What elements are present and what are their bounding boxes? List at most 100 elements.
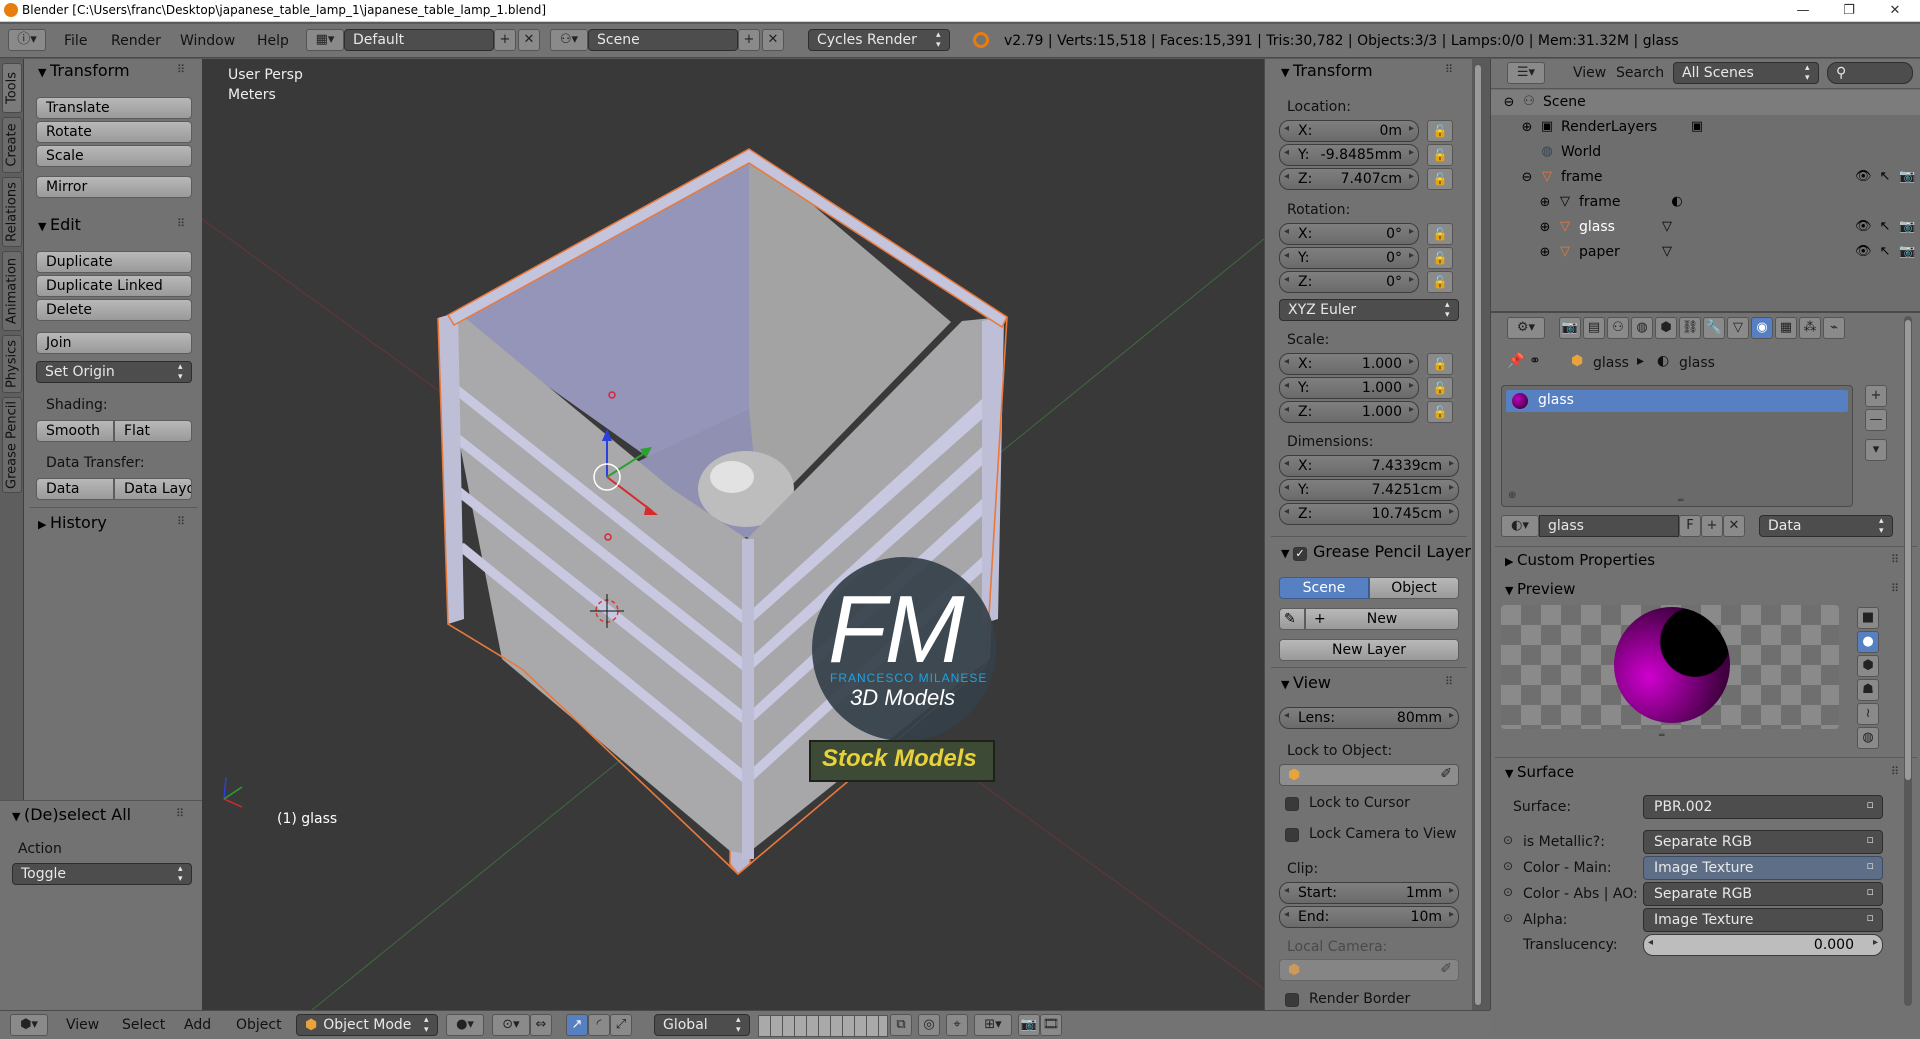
npanel-scroll-thumb[interactable] (1475, 65, 1481, 1005)
lock-icon[interactable]: 🔓 (1427, 168, 1453, 190)
scale-z-field[interactable]: Z:1.000 (1279, 401, 1419, 423)
tab-relations[interactable]: Relations (2, 177, 22, 247)
lock-camera-checkbox[interactable] (1285, 828, 1299, 842)
outliner-row-frame[interactable]: ⊖ ▽ frame 👁 ↖ 📷 (1491, 165, 1920, 190)
fake-user-button[interactable]: F (1679, 515, 1701, 537)
lock-icon[interactable]: 🔓 (1427, 120, 1453, 142)
list-filter-icon[interactable]: ⊕ (1508, 490, 1516, 501)
dimension-z-field[interactable]: Z:10.745cm (1279, 503, 1459, 525)
preview-world-icon[interactable]: ◍ (1857, 727, 1879, 749)
outliner-row-glass[interactable]: ⊕ ▽ glass ▽ 👁 ↖ 📷 (1491, 215, 1920, 240)
join-button[interactable]: Join (36, 332, 192, 354)
history-panel-title[interactable]: History (38, 513, 107, 532)
socket-link-icon[interactable]: ⊙ (1503, 911, 1513, 925)
panel-grip-icon[interactable]: ⠿ (1891, 765, 1899, 778)
location-x-field[interactable]: X:0m (1279, 120, 1419, 142)
slot-specials-icon[interactable]: ▾ (1865, 439, 1887, 461)
viewport-scene[interactable] (202, 59, 1264, 1010)
gp-scene-toggle[interactable]: Scene (1279, 577, 1369, 599)
duplicate-linked-button[interactable]: Duplicate Linked (36, 275, 192, 297)
view-panel-title[interactable]: View (1281, 673, 1331, 692)
constraints-tab-icon[interactable]: ⛓ (1679, 317, 1701, 339)
remove-slot-icon[interactable]: — (1865, 409, 1887, 431)
render-engine-dropdown[interactable]: Cycles Render (808, 29, 950, 51)
particles-tab-icon[interactable]: ⁂ (1799, 317, 1821, 339)
edit-panel-title[interactable]: Edit (38, 215, 81, 234)
world-tab-icon[interactable]: ◍ (1631, 317, 1653, 339)
color-abs-ao-field[interactable]: Separate RGB (1643, 882, 1883, 906)
visibility-eye-icon[interactable]: 👁 (1855, 219, 1872, 235)
custom-properties-title[interactable]: Custom Properties (1505, 551, 1655, 569)
layout-field[interactable]: Default (344, 29, 494, 51)
transform-title[interactable]: Transform (1281, 61, 1373, 80)
add-material-icon[interactable]: + (1701, 515, 1723, 537)
socket-link-icon[interactable]: ⊙ (1503, 833, 1513, 847)
outliner-search-menu[interactable]: Search (1616, 65, 1664, 81)
menu-add[interactable]: Add (184, 1017, 211, 1033)
pivot-point-icon[interactable]: ⊙▾ (492, 1014, 530, 1036)
material-slot-item[interactable]: glass (1506, 390, 1848, 412)
operator-title[interactable]: (De)select All (12, 805, 131, 824)
visibility-eye-icon[interactable]: 👁 (1855, 244, 1872, 260)
rotation-y-field[interactable]: Y:0° (1279, 247, 1419, 269)
lock-icon[interactable]: 🔓 (1427, 223, 1453, 245)
translate-manipulator-icon[interactable]: ↗ (566, 1014, 588, 1036)
orientation-dropdown[interactable]: Global (654, 1014, 750, 1036)
outliner-editor-icon[interactable]: ☰▾ (1507, 62, 1545, 84)
dimension-x-field[interactable]: X:7.4339cm (1279, 455, 1459, 477)
gp-object-toggle[interactable]: Object (1369, 577, 1459, 599)
lock-cursor-checkbox[interactable] (1285, 797, 1299, 811)
rotate-manipulator-icon[interactable]: ◜ (588, 1014, 610, 1036)
visibility-eye-icon[interactable]: 👁 (1855, 169, 1872, 185)
action-dropdown[interactable]: Toggle (12, 863, 192, 885)
outliner-search-input[interactable]: ⚲ (1827, 62, 1913, 84)
transform-panel-title[interactable]: Transform (38, 61, 130, 80)
proportional-edit-icon[interactable]: ◎ (918, 1014, 940, 1036)
link-dropdown[interactable]: Data (1759, 515, 1893, 537)
minimize-button[interactable]: — (1780, 0, 1826, 22)
panel-grip-icon[interactable]: ⠿ (177, 217, 185, 230)
gp-pencil-icon[interactable]: ✎ (1279, 608, 1305, 630)
editor-type-3d-icon[interactable]: ⬢▾ (10, 1014, 48, 1036)
mode-dropdown[interactable]: ⬢ Object Mode (296, 1014, 438, 1036)
location-y-field[interactable]: Y:-9.8485mm (1279, 144, 1419, 166)
lock-icon[interactable]: 🔓 (1427, 401, 1453, 423)
outliner-row-frame-child[interactable]: ⊕ ▽ frame ◐ (1491, 190, 1920, 215)
render-camera-icon[interactable]: 📷 (1899, 244, 1915, 260)
scale-x-field[interactable]: X:1.000 (1279, 353, 1419, 375)
lock-layers-icon[interactable]: ⧉ (890, 1014, 912, 1036)
gp-new-layer-button[interactable]: New Layer (1279, 639, 1459, 661)
render-camera-icon[interactable]: 📷 (1899, 169, 1915, 185)
3d-viewport[interactable]: User Persp Meters (1) glass FM FRANCESCO… (202, 59, 1264, 1010)
menu-render[interactable]: Render (111, 33, 161, 49)
mirror-button[interactable]: Mirror (36, 176, 192, 198)
material-tab-icon[interactable]: ◉ (1751, 317, 1773, 339)
panel-grip-icon[interactable]: ⠿ (1891, 553, 1899, 566)
preview-flat-icon[interactable]: ■ (1857, 607, 1879, 629)
render-tab-icon[interactable]: 📷 (1559, 317, 1581, 339)
menu-object[interactable]: Object (236, 1017, 282, 1033)
is-metallic-field[interactable]: Separate RGB (1643, 830, 1883, 854)
scale-manipulator-icon[interactable]: ⤢ (610, 1014, 632, 1036)
surface-panel-title[interactable]: Surface (1505, 763, 1574, 781)
snap-toggle-icon[interactable]: ⌖ (946, 1014, 968, 1036)
set-origin-dropdown[interactable]: Set Origin (36, 361, 192, 383)
properties-scrollbar[interactable] (1904, 316, 1912, 1006)
scale-y-field[interactable]: Y:1.000 (1279, 377, 1419, 399)
select-cursor-icon[interactable]: ↖ (1877, 169, 1893, 185)
material-name-field[interactable]: glass (1539, 515, 1679, 537)
properties-scroll-thumb[interactable] (1905, 320, 1911, 780)
rotation-mode-dropdown[interactable]: XYZ Euler (1279, 299, 1459, 321)
tab-physics[interactable]: Physics (2, 335, 22, 393)
scene-field[interactable]: Scene (588, 29, 738, 51)
panel-grip-icon[interactable]: ⠿ (1445, 63, 1453, 76)
local-camera-field[interactable]: ⬢ ✐ (1279, 959, 1459, 981)
location-z-field[interactable]: Z:7.407cm (1279, 168, 1419, 190)
color-main-field[interactable]: Image Texture (1643, 856, 1883, 880)
remove-layout-icon[interactable]: ✕ (518, 29, 540, 51)
rotation-z-field[interactable]: Z:0° (1279, 271, 1419, 293)
collapse-icon[interactable]: ⊖ (1519, 170, 1535, 186)
lock-icon[interactable]: 🔓 (1427, 353, 1453, 375)
expand-icon[interactable]: ⊕ (1537, 195, 1553, 211)
list-resize-grip[interactable]: ═ (1678, 496, 1683, 506)
